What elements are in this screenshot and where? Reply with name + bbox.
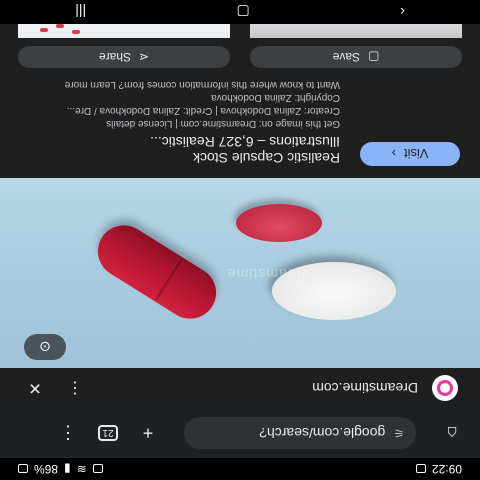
close-icon[interactable]: ✕ xyxy=(22,375,48,401)
wifi-icon: ≋ xyxy=(76,462,87,476)
learn-more-line[interactable]: Want to know where this information come… xyxy=(20,78,340,91)
red-pill xyxy=(236,204,322,242)
creator-line: Creator: Zalina Dodokhova | Credit: Zali… xyxy=(66,105,340,116)
copyright-line: Copyright: Zalina Dodokhova xyxy=(211,92,340,103)
status-left: 09:22 xyxy=(415,462,462,476)
info-header: Visit › Realistic Capsule Stock Illustra… xyxy=(20,78,460,166)
share-label: Share xyxy=(98,50,131,64)
home-icon[interactable]: ⌂ xyxy=(438,419,466,447)
dreamstime-favicon-icon xyxy=(432,375,458,401)
tab-count-icon: 21 xyxy=(98,425,118,441)
license-line[interactable]: Get this image on: Dreamstime.com | Lice… xyxy=(20,117,340,130)
gallery-notification-icon xyxy=(415,464,426,474)
address-bar[interactable]: ⚟ google.com/search? xyxy=(184,417,416,449)
site-settings-icon[interactable]: ⚟ xyxy=(393,426,404,440)
visit-button[interactable]: Visit › xyxy=(360,142,460,166)
address-bar-url: google.com/search? xyxy=(259,425,386,441)
chevron-right-icon: › xyxy=(391,146,397,162)
status-time: 09:22 xyxy=(431,462,462,476)
google-lens-icon[interactable]: ⊙ xyxy=(24,334,66,360)
phone-screen: 09:22 ≋ ▮ 86% ⌂ ⚟ google.com/search? + 2… xyxy=(0,0,480,480)
recent-apps-icon[interactable]: ||| xyxy=(75,4,86,20)
source-name: Dreamstime.com xyxy=(312,380,418,396)
preview-image[interactable]: dreamstime ⊙ xyxy=(0,178,480,368)
bookmark-icon: ▢ xyxy=(368,50,380,64)
home-nav-icon[interactable]: ▢ xyxy=(237,4,250,21)
save-label: Save xyxy=(332,50,361,64)
image-title-line1[interactable]: Realistic Capsule Stock xyxy=(20,150,340,166)
system-nav-bar: ‹ ▢ ||| xyxy=(0,0,480,24)
more-options-icon[interactable]: ⋮ xyxy=(54,419,82,447)
tab-switcher-button[interactable]: 21 xyxy=(94,419,122,447)
back-icon[interactable]: ‹ xyxy=(400,4,405,20)
signal-icon: ▮ xyxy=(64,462,71,476)
source-bar: Dreamstime.com ⋮ ✕ xyxy=(0,368,480,408)
image-meta: Get this image on: Dreamstime.com | Lice… xyxy=(20,78,340,130)
red-capsule xyxy=(88,215,226,329)
battery-icon xyxy=(18,464,28,474)
source-more-icon[interactable]: ⋮ xyxy=(62,375,88,401)
status-right: ≋ ▮ 86% xyxy=(18,462,103,476)
share-button[interactable]: ⋖ Share xyxy=(18,46,230,68)
image-watermark: dreamstime xyxy=(226,266,310,282)
save-button[interactable]: ▢ Save xyxy=(250,46,462,68)
browser-toolbar: ⌂ ⚟ google.com/search? + 21 ⋮ xyxy=(0,408,480,458)
share-icon: ⋖ xyxy=(138,50,150,64)
action-buttons: ▢ Save ⋖ Share xyxy=(0,38,480,68)
image-info-panel: Visit › Realistic Capsule Stock Illustra… xyxy=(0,68,480,178)
battery-level: 86% xyxy=(34,462,59,476)
status-bar: 09:22 ≋ ▮ 86% xyxy=(0,458,480,480)
visit-label: Visit xyxy=(404,146,429,162)
new-tab-icon[interactable]: + xyxy=(134,419,162,447)
sim-icon xyxy=(92,464,103,474)
image-title-line2[interactable]: Illustrations – 6,327 Realistic... xyxy=(20,134,340,150)
image-title-block: Realistic Capsule Stock Illustrations – … xyxy=(20,78,340,166)
